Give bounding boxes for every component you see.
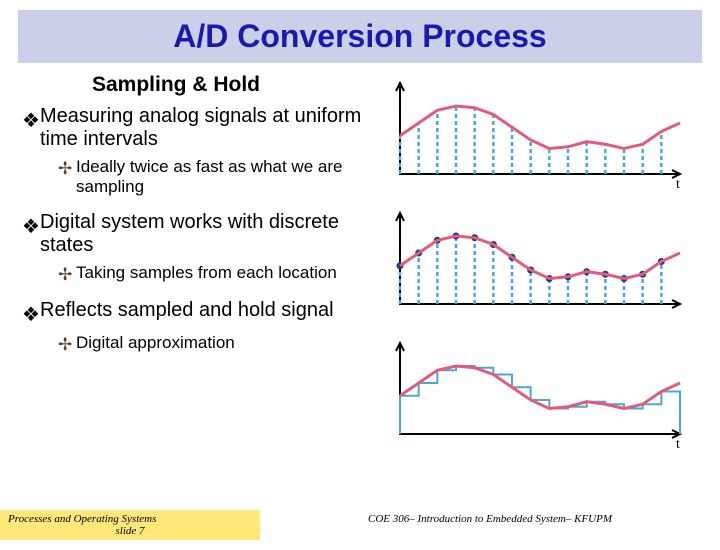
footer-left-line2: slide 7 <box>8 525 252 537</box>
diamond-icon: ❖ <box>22 108 40 133</box>
svg-text:t: t <box>676 437 680 451</box>
text-column: Sampling & Hold ❖ Measuring analog signa… <box>0 67 380 469</box>
footer-right: COE 306– Introduction to Embedded System… <box>260 510 720 540</box>
cross-icon: ✢ <box>58 265 76 285</box>
svg-text:t: t <box>676 177 680 191</box>
bullet-2-sub-text: Taking samples from each location <box>76 263 337 283</box>
bullet-1-sub-text: Ideally twice as fast as what we are sam… <box>76 157 380 197</box>
chart-column: t t <box>380 67 700 469</box>
bullet-1: ❖ Measuring analog signals at uniform ti… <box>22 105 380 151</box>
bullet-2-text: Digital system works with discrete state… <box>40 211 380 257</box>
subtitle: Sampling & Hold <box>22 67 380 97</box>
bullet-2-sub: ✢ Taking samples from each location <box>58 263 380 285</box>
slide-title: A/D Conversion Process <box>18 18 702 55</box>
footer: Processes and Operating Systems slide 7 … <box>0 510 720 540</box>
footer-left: Processes and Operating Systems slide 7 <box>0 510 260 540</box>
bullet-1-text: Measuring analog signals at uniform time… <box>40 105 380 151</box>
footer-left-line1: Processes and Operating Systems <box>8 513 252 525</box>
chart-sampling: t <box>380 79 690 191</box>
diamond-icon: ❖ <box>22 214 40 239</box>
bullet-1-sub: ✢ Ideally twice as fast as what we are s… <box>58 157 380 197</box>
chart-discrete <box>380 209 690 321</box>
bullet-3: ❖ Reflects sampled and hold signal <box>22 299 380 327</box>
diamond-icon: ❖ <box>22 302 40 327</box>
bullet-3-text: Reflects sampled and hold signal <box>40 299 334 322</box>
bullet-3-sub-text: Digital approximation <box>76 333 235 353</box>
cross-icon: ✢ <box>58 335 76 355</box>
bullet-3-sub: ✢ Digital approximation <box>58 333 380 355</box>
bullet-2: ❖ Digital system works with discrete sta… <box>22 211 380 257</box>
chart-hold: t <box>380 339 690 451</box>
cross-icon: ✢ <box>58 159 76 179</box>
title-bar: A/D Conversion Process <box>18 10 702 63</box>
